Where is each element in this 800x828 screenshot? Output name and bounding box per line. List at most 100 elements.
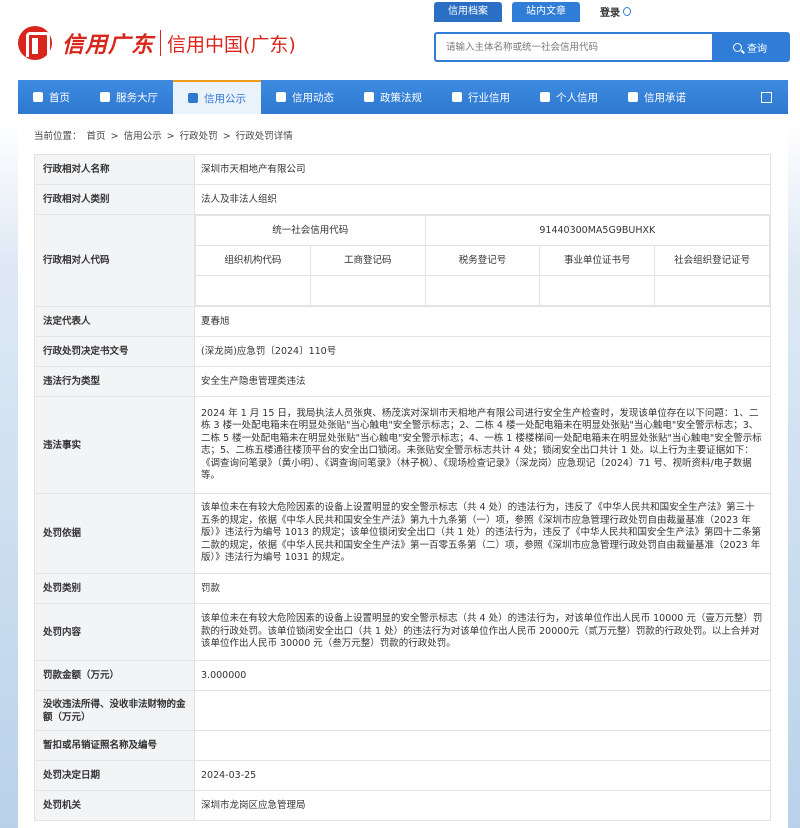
row-label: 罚款金额（万元） — [34, 660, 195, 691]
uscc-label: 统一社会信用代码 — [195, 215, 426, 246]
nav-credit-news[interactable]: 信用动态 — [261, 80, 349, 114]
legal-rep-value: 夏春旭 — [194, 306, 771, 337]
row-label: 行政相对人名称 — [34, 154, 195, 185]
nav-label: 信用动态 — [292, 91, 334, 104]
nav-label: 首页 — [49, 91, 70, 104]
table-row: 处罚机关 深圳市龙岗区应急管理局 — [34, 790, 771, 821]
code-value — [424, 275, 541, 306]
site-logo[interactable]: 信用广东 信用中国(广东) — [18, 26, 296, 60]
authority-value: 深圳市龙岗区应急管理局 — [194, 790, 771, 821]
row-label: 没收违法所得、没收非法财物的金额（万元） — [34, 690, 195, 731]
tab-credit-archive[interactable]: 信用档案 — [434, 2, 502, 22]
share-button[interactable] — [744, 80, 788, 114]
user-icon — [623, 7, 631, 16]
shield-icon — [628, 92, 638, 102]
code-value — [654, 275, 770, 306]
license-value — [194, 730, 771, 761]
table-row: 处罚类别 罚款 — [34, 573, 771, 604]
nav-home[interactable]: 首页 — [18, 80, 85, 114]
row-label: 暂扣或吊销证照名称及编号 — [34, 730, 195, 761]
row-label: 行政相对人代码 — [34, 214, 195, 307]
row-label: 行政处罚决定书文号 — [34, 336, 195, 367]
subject-codes-cell: 统一社会信用代码 91440300MA5G9BUHXK 组织机构代码 工商登记码… — [194, 214, 771, 307]
nav-credit-commitment[interactable]: 信用承诺 — [613, 80, 701, 114]
table-row: 法定代表人 夏春旭 — [34, 306, 771, 337]
row-label: 处罚机关 — [34, 790, 195, 821]
chart-icon — [452, 92, 462, 102]
logo-script-text: 信用广东 — [62, 32, 155, 58]
row-label: 违法行为类型 — [34, 366, 195, 397]
row-label: 违法事实 — [34, 396, 195, 494]
breadcrumb-current: 行政处罚详情 — [235, 131, 293, 142]
penalty-detail-table: 行政相对人名称 深圳市天相地产有限公司 行政相对人类别 法人及非法人组织 行政相… — [34, 154, 771, 821]
nav-label: 政策法规 — [380, 91, 422, 104]
breadcrumb-home[interactable]: 首页 — [87, 131, 106, 142]
breadcrumb-sep: > — [110, 131, 119, 142]
subject-name-value: 深圳市天相地产有限公司 — [194, 154, 771, 185]
nav-service-hall[interactable]: 服务大厅 — [85, 80, 173, 114]
table-row: 行政相对人名称 深圳市天相地产有限公司 — [34, 154, 771, 185]
breadcrumb-sep: > — [166, 131, 175, 142]
code-value — [539, 275, 656, 306]
subject-type-value: 法人及非法人组织 — [194, 184, 771, 215]
table-row: 暂扣或吊销证照名称及编号 — [34, 730, 771, 761]
logo-divider — [160, 30, 162, 56]
nav-label: 行业信用 — [468, 91, 510, 104]
breadcrumb-prefix: 当前位置： — [34, 131, 82, 142]
login-link[interactable]: 登录 — [600, 4, 631, 19]
site-header: 信用广东 信用中国(广东) 信用档案 站内文章 登录 查询 — [0, 0, 800, 80]
search-input[interactable] — [436, 34, 712, 60]
uscc-value: 91440300MA5G9BUHXK — [424, 215, 771, 246]
confiscation-value — [194, 690, 771, 731]
nav-policies[interactable]: 政策法规 — [349, 80, 437, 114]
id-card-icon — [540, 92, 550, 102]
nav-personal-credit[interactable]: 个人信用 — [525, 80, 613, 114]
row-label: 行政相对人类别 — [34, 184, 195, 215]
table-row: 处罚依据 该单位未在有较大危险因素的设备上设置明显的安全警示标志（共 4 处）的… — [34, 493, 771, 574]
table-row: 违法事实 2024 年 1 月 15 日，我局执法人员张爽、杨茂滨对深圳市天相地… — [34, 396, 771, 494]
table-row: 罚款金额（万元） 3.000000 — [34, 660, 771, 691]
code-value — [309, 275, 426, 306]
share-icon — [760, 91, 772, 103]
table-row: 行政相对人代码 统一社会信用代码 91440300MA5G9BUHXK 组织机构… — [34, 214, 771, 307]
login-label: 登录 — [600, 8, 620, 19]
nav-credit-disclosure[interactable]: 信用公示 — [173, 80, 261, 114]
nav-label: 信用公示 — [204, 92, 246, 105]
nav-industry-credit[interactable]: 行业信用 — [437, 80, 525, 114]
book-icon — [364, 92, 374, 102]
tab-site-articles[interactable]: 站内文章 — [512, 2, 580, 22]
code-header: 组织机构代码 — [195, 245, 311, 276]
code-header: 税务登记号 — [424, 245, 541, 276]
decision-date-value: 2024-03-25 — [194, 760, 771, 791]
code-header: 社会组织登记证号 — [654, 245, 770, 276]
grid-icon — [100, 92, 110, 102]
code-header: 工商登记码 — [309, 245, 426, 276]
top-tabs: 信用档案 站内文章 — [434, 0, 590, 22]
building-icon — [188, 93, 198, 103]
violation-type-value: 安全生产隐患管理类违法 — [194, 366, 771, 397]
doc-no-value: (深龙岗)应急罚〔2024〕110号 — [194, 336, 771, 367]
breadcrumb-penalty[interactable]: 行政处罚 — [180, 131, 218, 142]
main-content: 当前位置： 首页 > 信用公示 > 行政处罚 > 行政处罚详情 行政相对人名称 … — [18, 114, 788, 828]
breadcrumb-sep: > — [222, 131, 231, 142]
content-value: 该单位未在有较大危险因素的设备上设置明显的安全警示标志（共 4 处）的违法行为，… — [194, 603, 771, 661]
fine-value: 3.000000 — [194, 660, 771, 691]
table-row: 违法行为类型 安全生产隐患管理类违法 — [34, 366, 771, 397]
credit-logo-icon — [18, 26, 52, 60]
row-label: 法定代表人 — [34, 306, 195, 337]
search-button[interactable]: 查询 — [712, 34, 788, 60]
row-label: 处罚内容 — [34, 603, 195, 661]
code-value — [195, 275, 311, 306]
nav-label: 信用承诺 — [644, 91, 686, 104]
table-row: 行政处罚决定书文号 (深龙岗)应急罚〔2024〕110号 — [34, 336, 771, 367]
row-label: 处罚决定日期 — [34, 760, 195, 791]
codes-table: 统一社会信用代码 91440300MA5G9BUHXK 组织机构代码 工商登记码… — [195, 215, 771, 306]
row-label: 处罚依据 — [34, 493, 195, 574]
home-icon — [33, 92, 43, 102]
breadcrumb-credit-disclosure[interactable]: 信用公示 — [124, 131, 162, 142]
search-button-label: 查询 — [747, 43, 767, 55]
facts-value: 2024 年 1 月 15 日，我局执法人员张爽、杨茂滨对深圳市天相地产有限公司… — [194, 396, 771, 494]
basis-value: 该单位未在有较大危险因素的设备上设置明显的安全警示标志（共 4 处）的违法行为，… — [194, 493, 771, 574]
search-bar: 查询 — [434, 32, 790, 62]
document-icon — [276, 92, 286, 102]
